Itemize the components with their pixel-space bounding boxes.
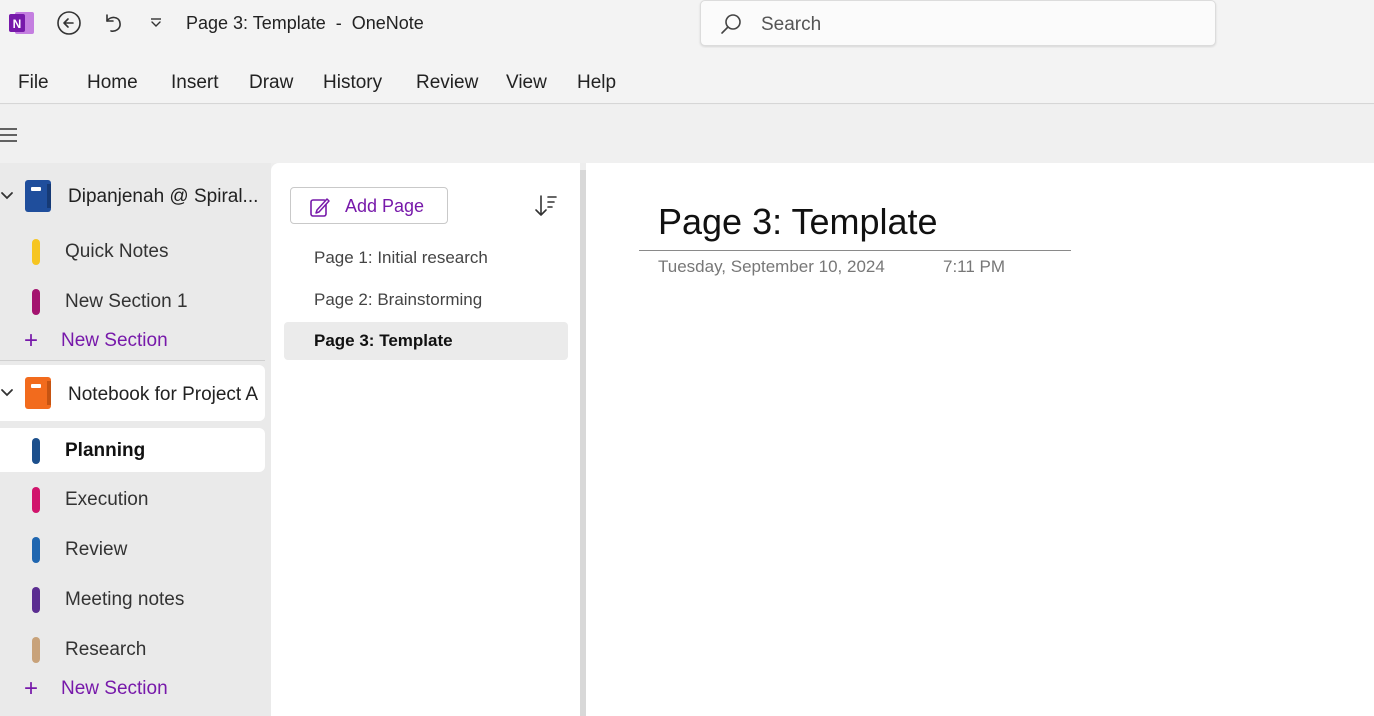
add-page-icon bbox=[310, 198, 330, 217]
add-page-button[interactable]: Add Page bbox=[290, 187, 448, 224]
chevron-down-icon bbox=[151, 18, 161, 27]
section-label: Research bbox=[65, 639, 147, 660]
section-label: Review bbox=[65, 539, 128, 560]
page-time: 7:11 PM bbox=[943, 257, 1006, 276]
new-section-label: New Section bbox=[61, 330, 168, 351]
section-label: Quick Notes bbox=[65, 241, 169, 262]
section-execution[interactable]: Execution bbox=[0, 477, 265, 521]
page-item-brainstorming[interactable]: Page 2: Brainstorming bbox=[284, 281, 568, 319]
chevron-down-icon[interactable] bbox=[0, 386, 14, 400]
menu-file[interactable]: File bbox=[18, 72, 49, 94]
ribbon-area bbox=[0, 105, 1374, 163]
section-meeting-notes[interactable]: Meeting notes bbox=[0, 577, 265, 621]
new-section-button[interactable]: + New Section bbox=[0, 327, 265, 357]
section-planning[interactable]: Planning bbox=[0, 428, 265, 472]
section-color-tab bbox=[32, 487, 40, 513]
onenote-logo-icon: N bbox=[9, 11, 35, 35]
section-color-tab bbox=[32, 438, 40, 464]
page-canvas[interactable]: Page 3: Template Tuesday, September 10, … bbox=[586, 163, 1374, 716]
menu-history[interactable]: History bbox=[323, 72, 382, 94]
new-section-label: New Section bbox=[61, 678, 168, 699]
notebook-divider bbox=[0, 360, 265, 361]
page-date: Tuesday, September 10, 2024 bbox=[658, 257, 885, 276]
section-research[interactable]: Research bbox=[0, 627, 265, 671]
window-title: Page 3: Template - OneNote bbox=[186, 13, 424, 33]
section-label: Meeting notes bbox=[65, 589, 185, 610]
hamburger-menu-icon bbox=[0, 128, 17, 142]
section-label: Execution bbox=[65, 489, 149, 510]
section-quick-notes[interactable]: Quick Notes bbox=[0, 229, 265, 273]
title-underline bbox=[639, 250, 1071, 251]
chevron-down-icon[interactable] bbox=[0, 189, 14, 203]
section-review[interactable]: Review bbox=[0, 527, 265, 571]
title-bar: N Page 3: Template - OneNote Search bbox=[0, 0, 1374, 48]
svg-text:N: N bbox=[13, 17, 22, 31]
undo-button[interactable] bbox=[98, 8, 128, 38]
notebook-icon bbox=[25, 180, 51, 212]
pages-pane: Add Page Page 1: Initial research Page 2… bbox=[271, 163, 580, 716]
section-color-tab bbox=[32, 637, 40, 663]
page-label: Page 2: Brainstorming bbox=[314, 290, 483, 309]
page-item-template[interactable]: Page 3: Template bbox=[284, 322, 568, 360]
add-page-label: Add Page bbox=[345, 196, 425, 216]
sort-pages-button[interactable] bbox=[533, 193, 559, 219]
section-color-tab bbox=[32, 537, 40, 563]
search-icon bbox=[721, 14, 741, 34]
section-color-tab bbox=[32, 289, 40, 315]
menu-review[interactable]: Review bbox=[416, 72, 478, 94]
notebook-icon bbox=[25, 377, 51, 409]
menu-draw[interactable]: Draw bbox=[249, 72, 293, 94]
search-box[interactable]: Search bbox=[700, 0, 1216, 46]
plus-icon: + bbox=[24, 675, 39, 702]
menu-view[interactable]: View bbox=[506, 72, 547, 94]
new-section-button[interactable]: + New Section bbox=[0, 675, 265, 705]
notebook-dipanjenah[interactable]: Dipanjenah @ Spiral... bbox=[0, 168, 265, 224]
section-color-tab bbox=[32, 239, 40, 265]
notebook-project-a[interactable]: Notebook for Project A bbox=[0, 365, 265, 421]
section-label: Planning bbox=[65, 440, 146, 461]
back-button[interactable] bbox=[54, 8, 84, 38]
menu-bar: File Home Insert Draw History Review Vie… bbox=[0, 48, 1374, 104]
search-placeholder: Search bbox=[761, 14, 822, 35]
plus-icon: + bbox=[24, 327, 39, 354]
page-label: Page 1: Initial research bbox=[314, 248, 488, 267]
navigation-toggle-button[interactable] bbox=[0, 126, 18, 144]
page-title[interactable]: Page 3: Template bbox=[658, 201, 938, 243]
menu-help[interactable]: Help bbox=[577, 72, 616, 94]
notebook-title: Notebook for Project A bbox=[68, 384, 259, 405]
page-label: Page 3: Template bbox=[314, 331, 453, 350]
undo-icon bbox=[106, 14, 121, 32]
menu-home[interactable]: Home bbox=[87, 72, 138, 94]
menu-insert[interactable]: Insert bbox=[171, 72, 219, 94]
notebook-title: Dipanjenah @ Spiral... bbox=[68, 186, 259, 207]
back-arrow-icon bbox=[57, 11, 81, 35]
section-new-section-1[interactable]: New Section 1 bbox=[0, 279, 265, 323]
sort-icon bbox=[535, 195, 557, 216]
section-label: New Section 1 bbox=[65, 291, 188, 312]
quick-access-dropdown[interactable] bbox=[141, 8, 171, 38]
section-color-tab bbox=[32, 587, 40, 613]
page-item-initial-research[interactable]: Page 1: Initial research bbox=[284, 239, 568, 277]
notebook-navigation: Dipanjenah @ Spiral... Quick Notes New S… bbox=[0, 163, 271, 716]
